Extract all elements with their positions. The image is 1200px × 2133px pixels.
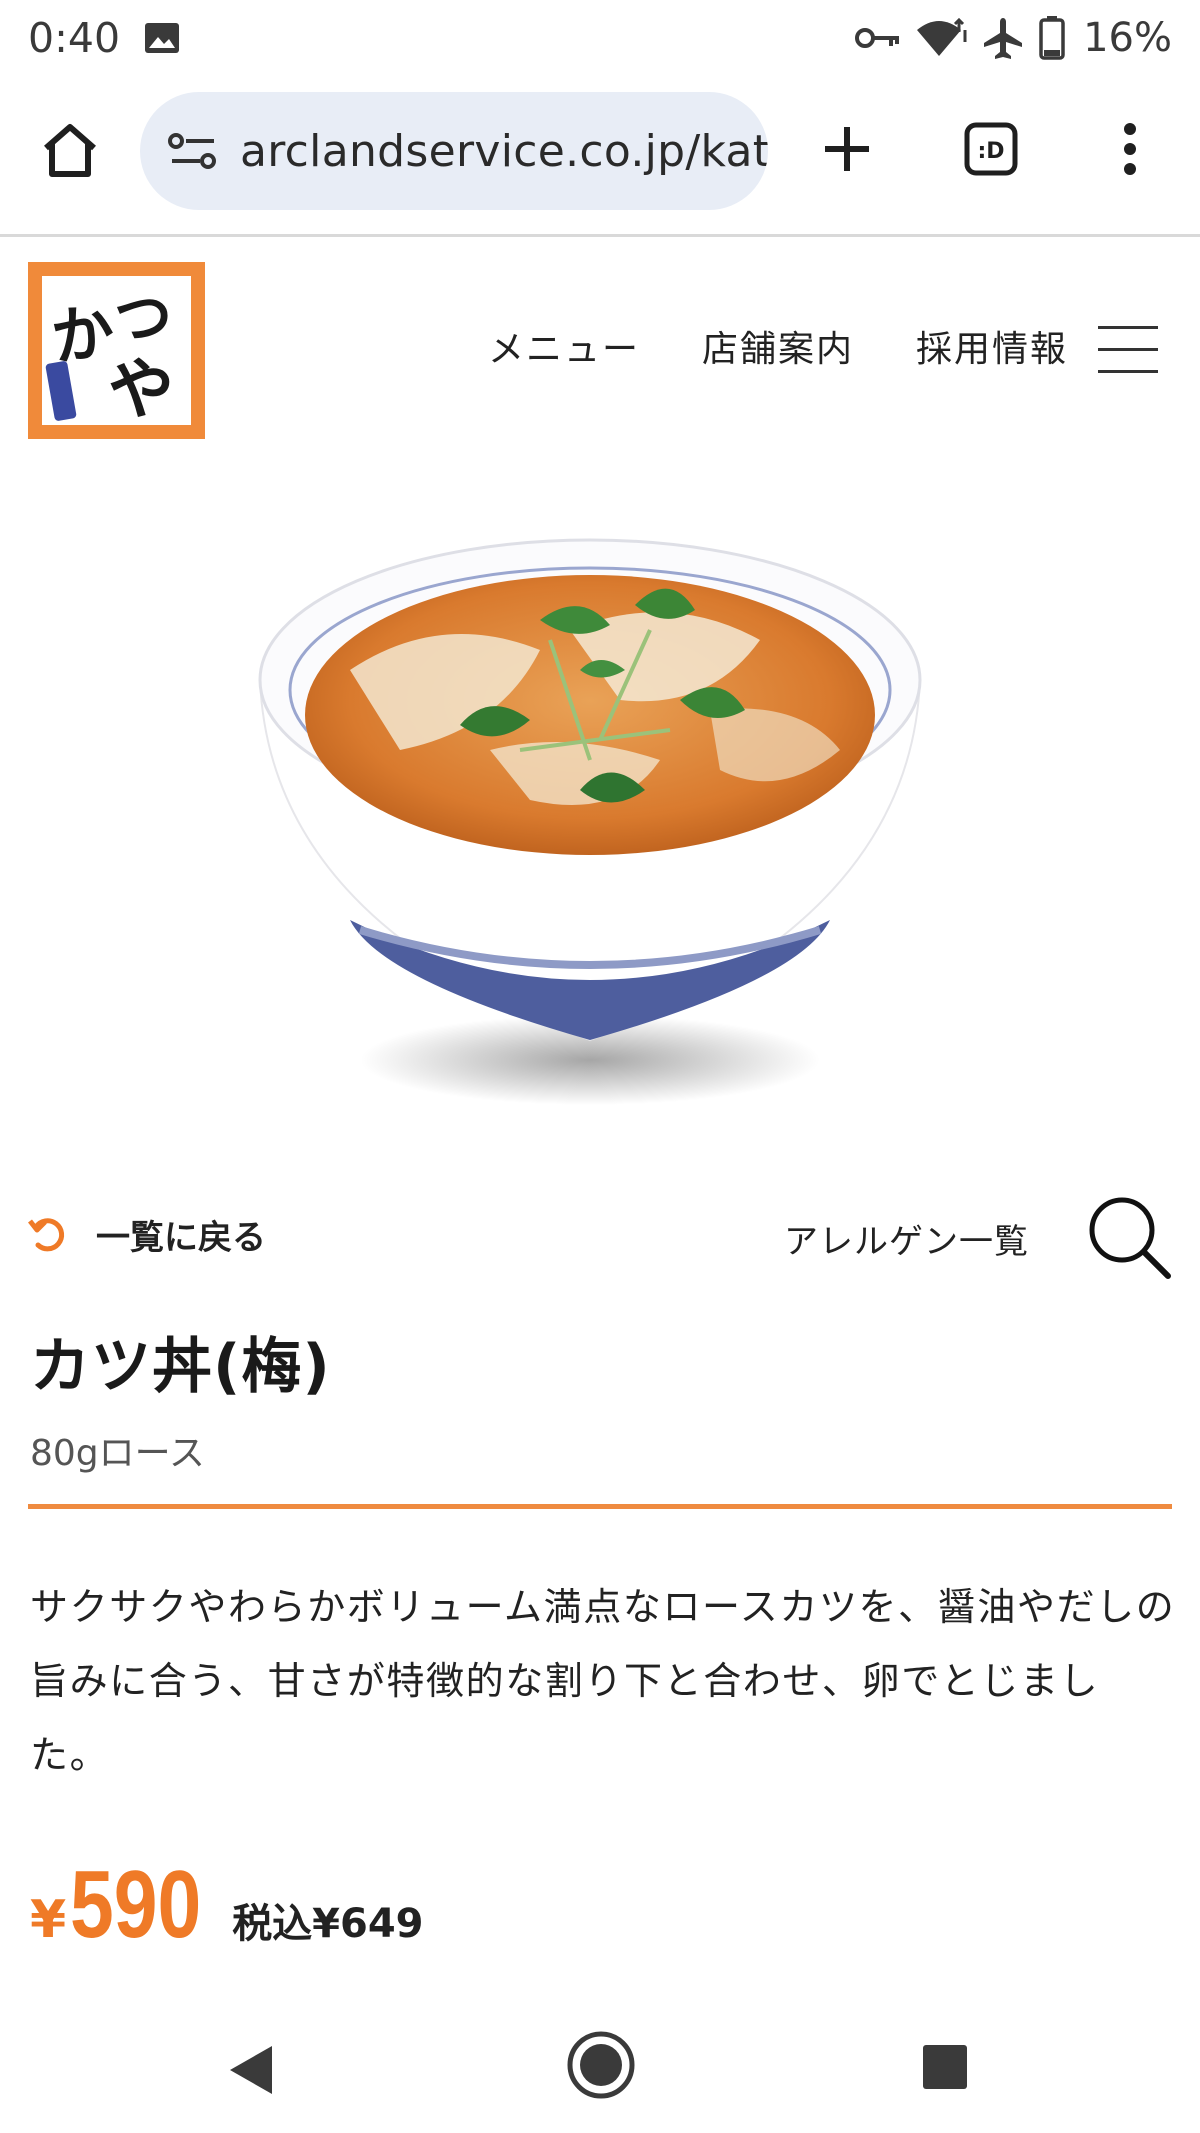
- svg-text:つ: つ: [114, 284, 172, 352]
- katsudon-image: [258, 538, 922, 1105]
- battery-level: 16%: [1083, 15, 1172, 61]
- logo-mark: か つ や: [45, 284, 174, 425]
- price-currency: ¥: [30, 1890, 67, 1950]
- hamburger-menu-icon[interactable]: [1098, 326, 1158, 374]
- svg-text::D: :D: [977, 139, 1004, 164]
- tab-switcher-icon: :D: [964, 122, 1018, 176]
- nav-recents-icon[interactable]: [922, 2044, 968, 2090]
- back-label[interactable]: 一覧に戻る: [96, 1210, 266, 1259]
- system-nav-bar: [0, 2000, 1200, 2133]
- more-vert-icon: [1124, 123, 1136, 175]
- price-tax-included: 税込¥649: [232, 1901, 424, 1947]
- wifi-icon: [917, 18, 967, 56]
- site-nav: メニュー 店舗案内 採用情報: [488, 320, 1068, 372]
- status-time: 0:40: [28, 14, 121, 62]
- more-menu-button[interactable]: [1108, 116, 1152, 182]
- url-text[interactable]: arclandservice.co.jp/kat: [240, 126, 768, 177]
- search-button[interactable]: [1084, 1192, 1174, 1282]
- new-tab-button[interactable]: [814, 116, 880, 182]
- home-button[interactable]: [36, 116, 104, 184]
- back-to-list-link[interactable]: 一覧に戻る: [28, 1210, 266, 1259]
- logo-inner: か つ や: [42, 276, 191, 425]
- nav-menu[interactable]: メニュー: [488, 320, 640, 372]
- new-tab-icon: [825, 127, 869, 171]
- nav-recruit[interactable]: 採用情報: [916, 320, 1068, 372]
- toolbar-divider: [0, 234, 1200, 237]
- nav-back-icon[interactable]: [228, 2044, 274, 2096]
- site-settings-icon[interactable]: [168, 131, 218, 171]
- price-value: 590: [70, 1851, 202, 1958]
- price-block: ¥ 590 税込¥649: [30, 1850, 424, 1960]
- browser-toolbar: arclandservice.co.jp/kat :D: [0, 86, 1200, 216]
- battery-icon: [1039, 16, 1065, 60]
- allergen-list-link[interactable]: アレルゲン一覧: [784, 1214, 1029, 1263]
- gallery-icon: [145, 23, 180, 53]
- vpn-key-icon: [855, 28, 900, 48]
- title-divider: [28, 1504, 1172, 1509]
- nav-home-icon[interactable]: [566, 2030, 636, 2100]
- product-title: カツ丼(梅): [30, 1332, 331, 1402]
- url-bar[interactable]: arclandservice.co.jp/kat: [140, 92, 768, 210]
- status-bar: 0:40 16%: [0, 0, 1200, 76]
- nav-stores[interactable]: 店舗案内: [702, 320, 854, 372]
- product-subtitle: 80gロース: [30, 1433, 205, 1474]
- search-icon: [1089, 1197, 1171, 1279]
- product-description: サクサクやわらかボリューム満点なロースカツを、醤油やだしの旨みに合う、甘さが特徴…: [30, 1585, 1176, 1777]
- undo-arrow-icon: [28, 1217, 65, 1251]
- katsuya-logo[interactable]: か つ や: [28, 262, 205, 439]
- airplane-icon: [984, 18, 1023, 59]
- tab-switcher-button[interactable]: :D: [958, 116, 1024, 182]
- svg-text:や: や: [108, 350, 174, 425]
- home-icon: [44, 124, 96, 177]
